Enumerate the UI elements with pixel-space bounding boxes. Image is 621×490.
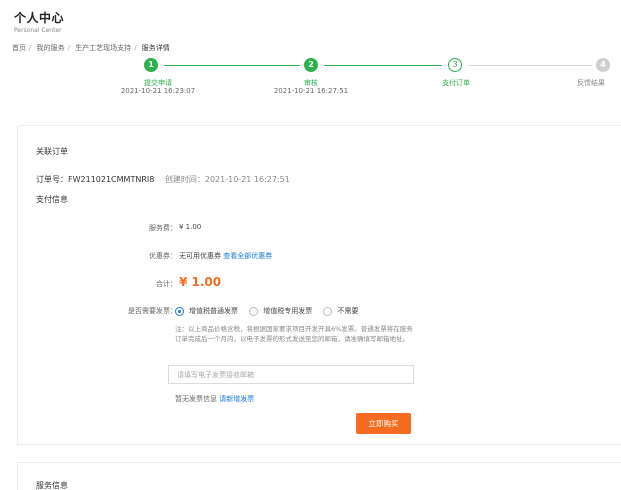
no-invoice-text: 暂无发票信息 <box>175 395 217 403</box>
invoice-label: 是否需要发票： <box>128 307 177 315</box>
service-info-card: 服务信息 <box>17 462 621 490</box>
breadcrumb-separator: / <box>29 44 32 52</box>
step-connector <box>468 65 592 66</box>
coupon-label: 优惠券： <box>149 252 177 260</box>
service-fee-value: ¥ 1.00 <box>179 223 202 231</box>
related-order-title: 关联订单 <box>36 147 68 156</box>
invoice-email-input[interactable] <box>168 365 414 384</box>
breadcrumb: 首页 / 我的服务 / 生产工艺现场支持 / 服务详情 <box>12 43 170 53</box>
invoice-option-label: 增值税专用发票 <box>263 307 313 315</box>
breadcrumb-separator: / <box>67 44 70 52</box>
breadcrumb-separator: / <box>134 44 137 52</box>
coupon-info: 无可用优惠券 查看全部优惠券 <box>179 251 272 261</box>
page-header: 个人中心 Personal Center <box>14 9 64 34</box>
invoice-option-normal[interactable]: 增值税普通发票 <box>175 306 238 316</box>
invoice-option-special[interactable]: 增值税专用发票 <box>249 306 312 316</box>
payment-info-title: 支付信息 <box>36 195 68 204</box>
step-4-label: 反馈结果 <box>577 79 605 87</box>
radio-unchecked-icon <box>323 306 333 316</box>
step-1-indicator: 1 <box>144 58 158 72</box>
coupon-value: 无可用优惠券 <box>179 252 221 260</box>
breadcrumb-current: 服务详情 <box>141 44 170 52</box>
buy-now-button[interactable]: 立即购买 <box>356 413 411 434</box>
breadcrumb-my-services[interactable]: 我的服务 <box>37 44 65 52</box>
invoice-option-label: 不需要 <box>337 307 359 315</box>
step-3-indicator: 3 <box>448 58 462 72</box>
invoice-status: 暂无发票信息 请新增发票 <box>175 394 254 404</box>
order-info: 订单号：FW211021CMMTNRI8 创建时间：2021-10-21 16:… <box>36 174 290 185</box>
radio-unchecked-icon <box>249 306 259 316</box>
created-time-label: 创建时间： <box>164 175 205 184</box>
step-4-indicator: 4 <box>596 58 610 72</box>
invoice-option-none[interactable]: 不需要 <box>323 306 358 316</box>
page-title: 个人中心 <box>14 11 65 25</box>
step-2-indicator: 2 <box>304 58 318 72</box>
radio-checked-icon <box>175 306 184 316</box>
order-card: 关联订单 订单号：FW211021CMMTNRI8 创建时间：2021-10-2… <box>17 125 621 445</box>
order-no-label: 订单号： <box>36 175 68 184</box>
progress-steps: 1 2 3 4 提交申请 2021-10-21 16:23:07 审核 2021… <box>0 58 621 108</box>
step-3-label: 支付订单 <box>442 79 470 87</box>
service-fee-label: 服务费： <box>149 224 177 232</box>
order-no: FW211021CMMTNRI8 <box>68 175 155 184</box>
total-label: 合计： <box>156 280 177 288</box>
view-all-coupons-link[interactable]: 查看全部优惠券 <box>223 252 272 260</box>
step-connector <box>324 65 442 66</box>
created-time: 2021-10-21 16:27:51 <box>204 175 290 184</box>
breadcrumb-service-category[interactable]: 生产工艺现场支持 <box>75 44 131 52</box>
invoice-type-options: 增值税普通发票 增值税专用发票 不需要 <box>175 306 367 318</box>
page-subtitle: Personal Center <box>14 27 62 34</box>
add-invoice-link[interactable]: 请新增发票 <box>219 395 254 403</box>
step-connector <box>164 65 300 66</box>
breadcrumb-home[interactable]: 首页 <box>12 44 26 52</box>
service-info-title: 服务信息 <box>36 481 68 490</box>
step-2-time: 2021-10-21 16:27:51 <box>273 87 349 95</box>
invoice-note: 注：以上商品价格含税，将根据国家要求项目开发开具6%发票。普通发票将在服务订单完… <box>175 325 413 343</box>
total-value: ¥ 1.00 <box>179 275 222 289</box>
invoice-option-label: 增值税普通发票 <box>189 307 238 315</box>
step-1-time: 2021-10-21 16:23:07 <box>120 87 196 95</box>
